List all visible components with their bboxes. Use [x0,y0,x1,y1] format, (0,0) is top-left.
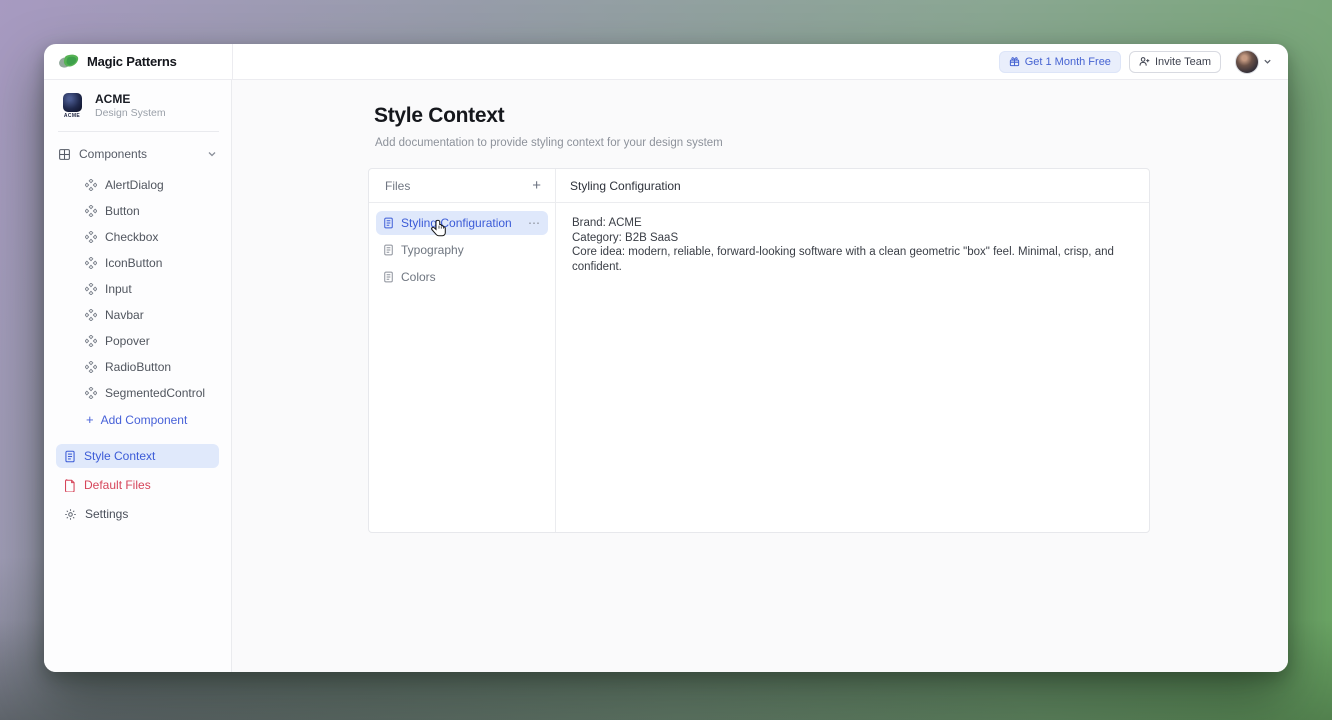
user-plus-icon [1139,56,1150,67]
workspace-name: ACME [95,92,166,106]
component-label: Navbar [105,308,144,322]
nav-label: Settings [85,507,128,521]
component-diamond-icon [85,205,97,217]
add-component-button[interactable]: + Add Component [44,406,231,433]
nav-label: Default Files [84,478,151,492]
files-header: Files + [369,169,556,202]
component-label: SegmentedControl [105,386,205,400]
add-component-label: Add Component [101,413,188,427]
divider [58,131,219,132]
brand-logo-area[interactable]: Magic Patterns [44,44,232,79]
file-name: Colors [401,270,436,284]
sidebar-item-button[interactable]: Button [44,198,231,224]
component-diamond-icon [85,335,97,347]
desktop-background: { "header": { "brand": "Magic Patterns",… [0,0,1332,720]
files-list: Styling Configuration ⋯ Typography [369,203,556,532]
gear-icon [64,508,77,521]
viewer-line: Brand: ACME [572,216,1133,231]
component-diamond-icon [85,231,97,243]
sidebar-item-iconbutton[interactable]: IconButton [44,250,231,276]
component-diamond-icon [85,283,97,295]
main-content: Style Context Add documentation to provi… [232,80,1288,672]
workspace-switcher[interactable]: ACME ACME Design System [44,90,231,127]
top-header-bar: Magic Patterns Get 1 Month Free [44,44,1288,80]
file-menu-button[interactable]: ⋯ [528,216,541,230]
files-header-label: Files [385,179,410,193]
header-actions: Get 1 Month Free Invite Team [232,44,1288,79]
sidebar-item-settings[interactable]: Settings [56,502,219,526]
gift-icon [1009,56,1020,67]
sidebar-item-style-context[interactable]: Style Context [56,444,219,468]
file-item-styling-configuration[interactable]: Styling Configuration ⋯ [376,211,548,235]
component-label: Button [105,204,140,218]
page-subtitle: Add documentation to provide styling con… [375,137,723,149]
avatar [1235,50,1259,74]
component-diamond-icon [85,309,97,321]
page-title: Style Context [374,104,504,128]
account-menu[interactable] [1235,50,1272,74]
file-item-colors[interactable]: Colors [376,265,548,289]
file-item-typography[interactable]: Typography [376,238,548,262]
chevron-down-icon [1263,57,1272,66]
component-label: Popover [105,334,150,348]
viewer-line: Core idea: modern, reliable, forward-loo… [572,245,1133,274]
acme-logo-icon [63,93,82,112]
add-file-button[interactable]: + [532,178,541,193]
file-name: Styling Configuration [401,216,512,230]
component-diamond-icon [85,179,97,191]
sidebar-item-checkbox[interactable]: Checkbox [44,224,231,250]
component-diamond-icon [85,361,97,373]
component-label: AlertDialog [105,178,164,192]
component-label: Input [105,282,132,296]
viewer-header-title: Styling Configuration [556,169,1149,202]
workspace-subtitle: Design System [95,107,166,119]
promo-button[interactable]: Get 1 Month Free [999,51,1121,73]
document-icon [383,271,394,283]
sidebar-item-popover[interactable]: Popover [44,328,231,354]
sidebar: ACME ACME Design System Components [44,80,232,672]
components-section-toggle[interactable]: Components [44,140,231,168]
component-diamond-icon [85,257,97,269]
file-name: Typography [401,243,464,257]
file-viewer[interactable]: Brand: ACME Category: B2B SaaS Core idea… [556,203,1149,532]
nav-label: Style Context [84,449,155,463]
component-label: RadioButton [105,360,171,374]
style-context-panel: Files + Styling Configuration Styling Co… [368,168,1150,533]
chevron-down-icon [207,149,217,159]
sidebar-item-alertdialog[interactable]: AlertDialog [44,172,231,198]
sidebar-item-default-files[interactable]: Default Files [56,473,219,497]
acme-logo-caption: ACME [64,113,80,119]
app-window: Magic Patterns Get 1 Month Free [44,44,1288,672]
component-label: IconButton [105,256,162,270]
grid-icon [58,148,71,161]
document-icon [64,450,76,463]
panel-header: Files + Styling Configuration [369,169,1149,203]
promo-button-label: Get 1 Month Free [1025,56,1111,68]
invite-team-label: Invite Team [1155,56,1211,68]
sidebar-item-navbar[interactable]: Navbar [44,302,231,328]
sidebar-item-segmentedcontrol[interactable]: SegmentedControl [44,380,231,406]
workspace-logo: ACME [58,93,86,119]
document-icon [383,217,394,229]
component-label: Checkbox [105,230,158,244]
document-icon [383,244,394,256]
brand-name: Magic Patterns [87,54,177,69]
plus-icon: + [86,413,94,426]
file-outline-icon [64,479,76,492]
invite-team-button[interactable]: Invite Team [1129,51,1221,73]
sidebar-item-input[interactable]: Input [44,276,231,302]
sidebar-item-radiobutton[interactable]: RadioButton [44,354,231,380]
component-diamond-icon [85,387,97,399]
components-section-label: Components [79,147,147,161]
components-list: AlertDialog Button Checkbox IconButton I… [44,168,231,433]
sidebar-nav: Style Context Default Files Settings [44,444,231,531]
viewer-line: Category: B2B SaaS [572,231,1133,246]
leaf-logo-icon [58,53,80,70]
